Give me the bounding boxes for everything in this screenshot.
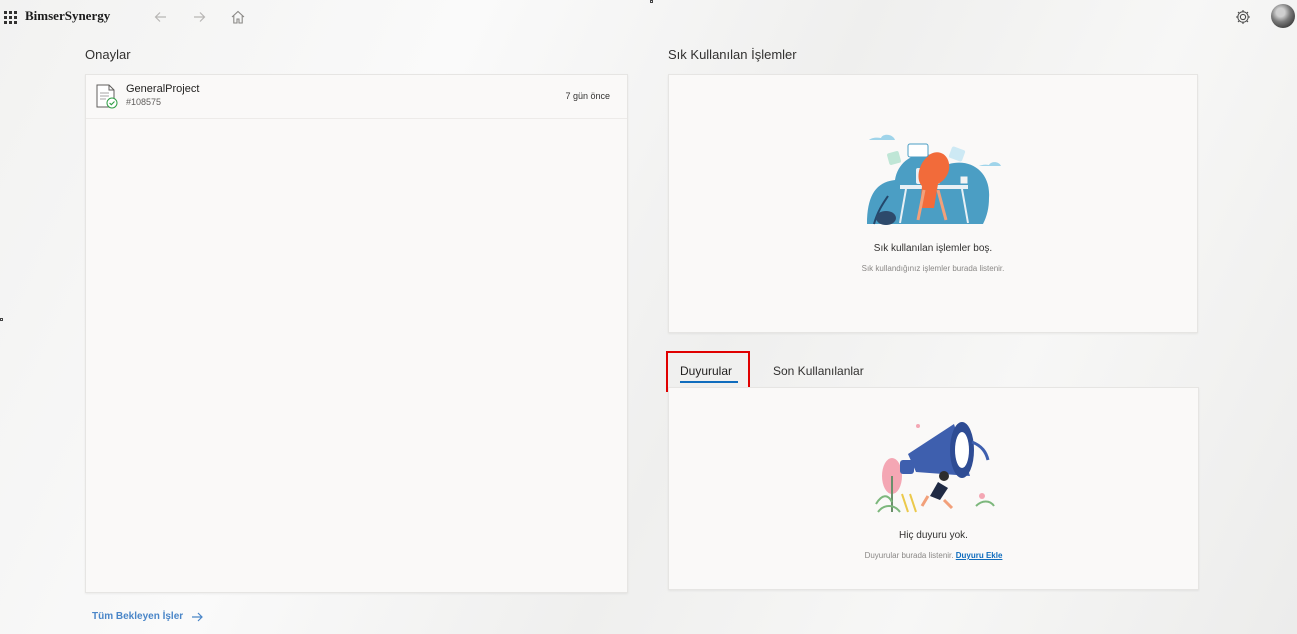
brand-name[interactable]: BimserSynergy: [25, 8, 110, 24]
announcements-card: Hiç duyuru yok. Duyurular burada listeni…: [668, 387, 1199, 590]
workspace-illustration: [867, 134, 1001, 225]
user-avatar[interactable]: [1271, 4, 1295, 28]
frequent-empty-title: Sık kullanılan işlemler boş.: [873, 243, 993, 254]
megaphone-illustration: [875, 422, 995, 513]
all-pending-label: Tüm Bekleyen İşler: [92, 611, 184, 622]
home-icon[interactable]: [229, 8, 247, 26]
approvals-card: GeneralProject #108575 7 gün önce: [85, 74, 628, 593]
announcements-empty-title: Hiç duyuru yok.: [899, 530, 968, 541]
approvals-title: Onaylar: [85, 47, 131, 62]
top-bar: BimserSynergy: [0, 0, 1297, 34]
approval-id: #108575: [126, 97, 162, 107]
frequent-empty-subtitle: Sık kullandığınız işlemler burada listen…: [861, 264, 1005, 273]
all-pending-link[interactable]: Tüm Bekleyen İşler: [92, 611, 204, 622]
approval-row[interactable]: GeneralProject #108575 7 gün önce: [86, 75, 627, 119]
frequent-title: Sık Kullanılan İşlemler: [668, 47, 797, 62]
document-approved-icon: [96, 84, 118, 109]
app-launcher-icon[interactable]: [4, 11, 17, 24]
decorative-mark: [0, 318, 3, 321]
back-arrow-icon[interactable]: [152, 8, 170, 26]
add-announcement-link[interactable]: Duyuru Ekle: [956, 551, 1003, 560]
frequent-card: Sık kullanılan işlemler boş. Sık kulland…: [668, 74, 1198, 333]
approval-title: GeneralProject: [126, 83, 200, 95]
announcements-empty-subtitle: Duyurular burada listenir. Duyuru Ekle: [669, 551, 1198, 560]
tab-recently-used[interactable]: Son Kullanılanlar: [773, 364, 864, 378]
arrow-right-icon: [192, 612, 204, 621]
tab-highlight-box: [666, 351, 750, 392]
announcements-empty-text: Duyurular burada listenir.: [864, 551, 954, 560]
approval-time: 7 gün önce: [565, 91, 610, 101]
gear-icon[interactable]: [1234, 8, 1252, 26]
decorative-mark: [650, 0, 653, 3]
forward-arrow-icon[interactable]: [190, 8, 208, 26]
